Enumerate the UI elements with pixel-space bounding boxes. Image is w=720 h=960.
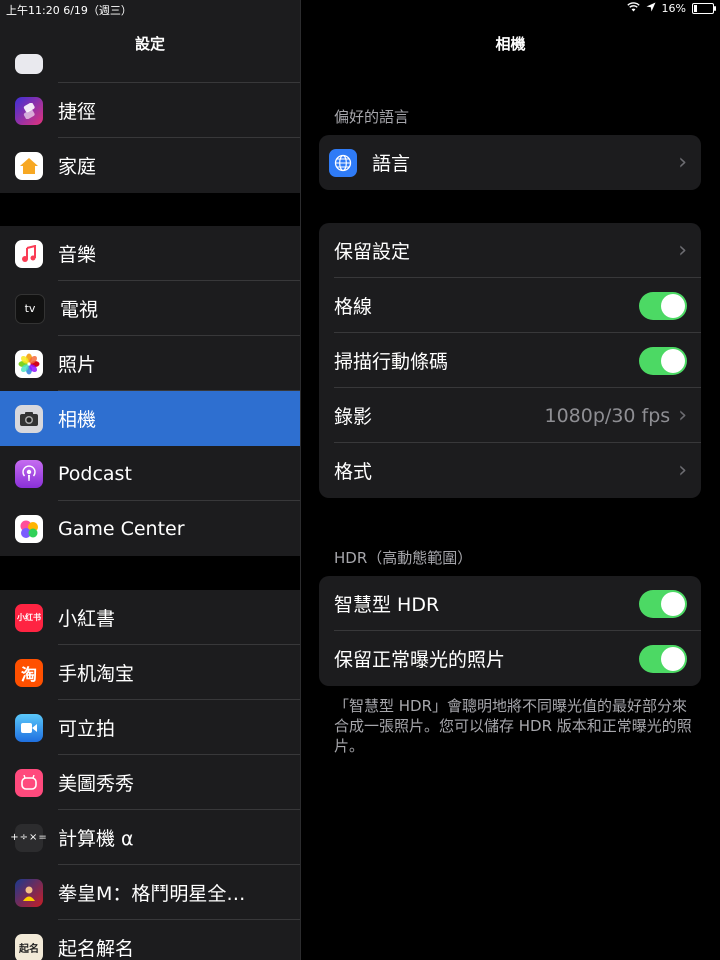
- sidebar-item-label: 相機: [58, 409, 97, 431]
- language-card: 語言 ›: [319, 135, 701, 190]
- sidebar-group-1: 捷徑 家庭: [0, 83, 300, 193]
- status-right: 16%: [626, 2, 716, 15]
- podcast-icon: [15, 459, 43, 488]
- hdr-header: HDR（高動態範圍）: [334, 549, 473, 567]
- location-icon: [646, 2, 656, 15]
- hdr-footnote: 「智慧型 HDR」會聰明地將不同曝光值的最好部分來合成一張照片。您可以儲存 HD…: [334, 697, 692, 755]
- sidebar-item-label: Podcast: [58, 462, 132, 485]
- record-video-label: 錄影: [334, 406, 373, 428]
- status-time-date: 上午11:20 6/19（週三）: [6, 4, 132, 17]
- chevron-right-icon: ›: [678, 458, 687, 483]
- status-bar: 上午11:20 6/19（週三） 16%: [0, 0, 720, 20]
- sidebar-item-kof[interactable]: 拳皇M：格鬥明星全…: [0, 865, 300, 920]
- photos-icon: [15, 349, 43, 378]
- sidebar-item-game-center[interactable]: Game Center: [0, 501, 300, 556]
- language-row[interactable]: 語言 ›: [319, 135, 701, 190]
- sidebar-group-2: 音樂 tv 電視 照片 相機 Podcast Game Center: [0, 226, 300, 556]
- music-icon: [15, 239, 43, 268]
- shortcuts-icon: [15, 96, 43, 125]
- keep-normal-photo-label: 保留正常曝光的照片: [334, 649, 506, 671]
- sidebar-item-naming[interactable]: 起名 起名解名: [0, 920, 300, 960]
- scan-qr-label: 掃描行動條碼: [334, 351, 449, 373]
- sidebar-item-shortcuts[interactable]: 捷徑: [0, 83, 300, 138]
- partial-app-icon: [15, 54, 43, 74]
- sidebar-item-camera[interactable]: 相機: [0, 391, 300, 446]
- camera-settings-card: 保留設定 › 格線 掃描行動條碼 錄影 1080p/30 fps › 格式 ›: [319, 223, 701, 498]
- sidebar: 設定 捷徑 家庭 音樂 tv 電視 照片 相機 Podcast Game Cen…: [0, 0, 300, 960]
- sidebar-title: 設定: [134, 35, 165, 53]
- sidebar-item-label: 拳皇M：格鬥明星全…: [58, 883, 246, 905]
- preserve-settings-label: 保留設定: [334, 241, 411, 263]
- page-title: 相機: [495, 35, 526, 53]
- chevron-right-icon: ›: [678, 238, 687, 263]
- sidebar-item-meitu[interactable]: 美圖秀秀: [0, 755, 300, 810]
- meitu-icon: [15, 768, 43, 797]
- sidebar-item-label: 起名解名: [58, 938, 135, 960]
- scan-qr-toggle[interactable]: [639, 346, 687, 375]
- game-center-icon: [15, 514, 43, 543]
- grid-row: 格線: [319, 278, 701, 333]
- formats-row[interactable]: 格式 ›: [319, 443, 701, 498]
- preserve-settings-row[interactable]: 保留設定 ›: [319, 223, 701, 278]
- smart-hdr-label: 智慧型 HDR: [334, 594, 440, 616]
- sidebar-item-label: 家庭: [58, 156, 97, 178]
- battery-percent: 16%: [661, 2, 686, 15]
- calculator-icon: +÷×=: [10, 823, 47, 852]
- sidebar-item-photos[interactable]: 照片: [0, 336, 300, 391]
- keep-normal-photo-row: 保留正常曝光的照片: [319, 631, 701, 686]
- sidebar-item-clips[interactable]: 可立拍: [0, 700, 300, 755]
- sidebar-item-label: 音樂: [58, 244, 97, 266]
- sidebar-item-home[interactable]: 家庭: [0, 138, 300, 193]
- grid-label: 格線: [334, 296, 373, 318]
- sidebar-item-podcast[interactable]: Podcast: [0, 446, 300, 501]
- sidebar-item-label: 電視: [60, 299, 99, 321]
- sidebar-item-label: 照片: [58, 354, 97, 376]
- sidebar-item-label: 小紅書: [58, 608, 116, 630]
- kof-icon: [15, 878, 43, 907]
- sidebar-item-calculator[interactable]: +÷×= 計算機 α: [0, 810, 300, 865]
- xiaohongshu-icon: 小红书: [15, 603, 43, 632]
- sidebar-item-taobao[interactable]: 淘 手机淘宝: [0, 645, 300, 700]
- sidebar-item-label: 計算機 α: [58, 828, 134, 850]
- sidebar-item-tv[interactable]: tv 電視: [0, 281, 300, 336]
- detail-pane: 相機 偏好的語言 語言 › 保留設定 › 格線 掃描行動條碼 錄影 1080p/…: [301, 0, 720, 960]
- sidebar-partial-row: [0, 54, 300, 83]
- naming-icon: 起名: [15, 933, 43, 960]
- home-icon: [15, 151, 43, 180]
- record-video-row[interactable]: 錄影 1080p/30 fps ›: [319, 388, 701, 443]
- tv-icon: tv: [15, 293, 45, 324]
- formats-label: 格式: [334, 461, 373, 483]
- sidebar-item-label: 可立拍: [58, 718, 116, 740]
- camera-icon: [15, 404, 43, 433]
- clips-icon: [15, 713, 43, 742]
- wifi-icon: [626, 2, 640, 15]
- language-label: 語言: [372, 153, 411, 175]
- smart-hdr-row: 智慧型 HDR: [319, 576, 701, 631]
- sidebar-item-label: 美圖秀秀: [58, 773, 135, 795]
- sidebar-item-label: 捷徑: [58, 101, 97, 123]
- sidebar-item-xiaohongshu[interactable]: 小红书 小紅書: [0, 590, 300, 645]
- sidebar-item-music[interactable]: 音樂: [0, 226, 300, 281]
- sidebar-item-label: 手机淘宝: [58, 663, 135, 685]
- hdr-card: 智慧型 HDR 保留正常曝光的照片: [319, 576, 701, 686]
- sidebar-item-label: Game Center: [58, 517, 185, 540]
- chevron-right-icon: ›: [678, 403, 687, 428]
- scan-qr-row: 掃描行動條碼: [319, 333, 701, 388]
- smart-hdr-toggle[interactable]: [639, 589, 687, 618]
- grid-toggle[interactable]: [639, 291, 687, 320]
- preferred-language-header: 偏好的語言: [334, 108, 410, 126]
- chevron-right-icon: ›: [678, 150, 687, 175]
- taobao-icon: 淘: [15, 658, 43, 687]
- keep-normal-photo-toggle[interactable]: [639, 644, 687, 673]
- globe-icon: [329, 148, 357, 177]
- sidebar-group-3: 小红书 小紅書 淘 手机淘宝 可立拍 美圖秀秀 +÷×= 計算機 α 拳皇M：格…: [0, 590, 300, 960]
- record-video-value: 1080p/30 fps: [544, 404, 671, 427]
- battery-icon: [692, 3, 716, 14]
